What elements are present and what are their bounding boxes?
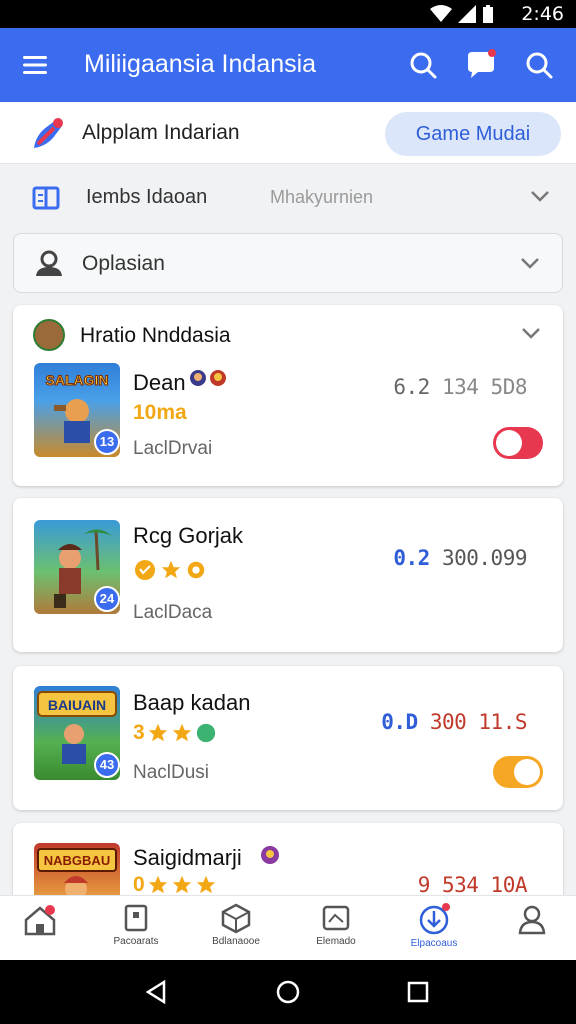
game-name: Dean: [133, 370, 186, 395]
image-icon: [322, 905, 350, 931]
rocket-logo-icon: [34, 118, 63, 148]
sub-header: Alpplam Indarian Game Mudai: [0, 102, 576, 164]
status-bar: 2:46: [0, 0, 576, 28]
game-card[interactable]: BAIUAIN 43 Baap kadan 3 NaclDusi 0.D 300…: [13, 666, 563, 810]
enable-toggle[interactable]: [493, 427, 543, 459]
level-badge: 24: [94, 586, 120, 612]
chat-notification-icon[interactable]: [464, 48, 498, 82]
wifi-icon: [430, 5, 452, 22]
game-stats: 9 534 10A: [417, 873, 528, 897]
chevron-down-icon: [521, 258, 539, 269]
game-stats: 6.2 134 5D8: [393, 375, 527, 399]
chevron-down-icon[interactable]: [528, 184, 552, 208]
rating: 3: [133, 721, 217, 745]
game-card[interactable]: Hratio Nnddasia SALAGIN 13 Dean 10ma Lac…: [13, 305, 563, 486]
rating: 0: [133, 873, 217, 897]
character-icons: [189, 369, 227, 387]
star-icon: [172, 875, 191, 894]
home-circle-icon[interactable]: [274, 978, 302, 1006]
chevron-down-icon[interactable]: [519, 321, 543, 345]
star-icon: [148, 875, 167, 894]
svg-text:BAIUAIN: BAIUAIN: [48, 697, 106, 713]
level-badge: 43: [94, 752, 120, 778]
recents-icon[interactable]: [404, 978, 432, 1006]
section-avatar: [33, 319, 65, 351]
coin-icon: [187, 561, 205, 579]
list-filter-icon: [32, 186, 60, 210]
nav-bdlanaooe[interactable]: Bdlanaooe: [196, 902, 276, 958]
section-title: Hratio Nnddasia: [80, 324, 231, 347]
status-icons: [430, 5, 494, 23]
game-thumbnail[interactable]: BAIUAIN 43: [34, 686, 120, 780]
character-icon: [261, 846, 279, 864]
game-thumbnail[interactable]: 24: [34, 520, 120, 614]
app-bar: Miliigaansia Indansia: [0, 28, 576, 102]
game-name: Saigidmarji: [133, 845, 242, 870]
game-tag: LaclDaca: [133, 602, 213, 623]
option-dropdown[interactable]: Oplasian: [13, 233, 563, 293]
app-title: Miliigaansia Indansia: [84, 50, 317, 78]
bottom-nav: Pacoarats Bdlanaooe Elemado Elpacoaus: [0, 895, 576, 960]
search-secondary-icon[interactable]: [522, 48, 556, 82]
battery-icon: [483, 5, 493, 23]
nav-profile[interactable]: [492, 902, 572, 958]
back-icon[interactable]: [142, 978, 170, 1006]
game-name: Rcg Gorjak: [133, 523, 244, 548]
system-nav-bar: [0, 960, 576, 1024]
dropdown-label: Oplasian: [82, 252, 165, 275]
star-icon: [161, 560, 181, 579]
game-mode-button[interactable]: Game Mudai: [385, 112, 561, 156]
hamburger-menu-icon[interactable]: [20, 50, 50, 80]
enable-toggle[interactable]: [493, 756, 543, 788]
clock: 2:46: [521, 3, 564, 25]
game-name: Baap kadan: [133, 690, 251, 715]
character-icon: [210, 370, 226, 386]
users-icon: [36, 250, 62, 276]
rating: [133, 558, 207, 582]
game-stats: 0.D 300 11.S: [381, 710, 527, 734]
star-icon: [196, 875, 215, 894]
character-icon: [190, 370, 206, 386]
rating-icon: [135, 560, 155, 580]
rating-value: 0: [133, 873, 145, 896]
star-icon: [172, 723, 191, 742]
section-label: Alpplam Indarian: [82, 121, 240, 144]
filter-row[interactable]: Iembs Idaoan Mhakyurnien: [0, 170, 576, 226]
filter-label: Iembs Idaoan: [86, 186, 208, 208]
home-icon: [24, 905, 56, 936]
game-tag: LaclDrvai: [133, 438, 213, 459]
box-icon: [221, 903, 251, 934]
download-icon: [419, 903, 450, 935]
star-icon: [148, 723, 167, 742]
game-tag: NaclDusi: [133, 762, 210, 783]
rating-value: 3: [133, 721, 145, 744]
game-subtitle: 10ma: [133, 401, 187, 424]
gem-icon: [196, 723, 215, 743]
svg-text:NABGBAU: NABGBAU: [44, 853, 110, 868]
game-card[interactable]: 24 Rcg Gorjak LaclDaca 0.2 300.099: [13, 498, 563, 652]
signal-icon: [458, 5, 476, 23]
svg-text:SALAGIN: SALAGIN: [46, 372, 109, 388]
user-icon: [518, 905, 546, 935]
game-thumbnail[interactable]: SALAGIN 13: [34, 363, 120, 457]
game-stats: 0.2 300.099: [393, 546, 527, 570]
nav-elemado[interactable]: Elemado: [296, 902, 376, 958]
filter-value: Mhakyurnien: [270, 187, 374, 207]
level-badge: 13: [94, 429, 120, 455]
search-icon[interactable]: [406, 48, 440, 82]
document-icon: [124, 904, 148, 932]
nav-pacoarats[interactable]: Pacoarats: [96, 902, 176, 958]
nav-elpacoaus[interactable]: Elpacoaus: [394, 902, 474, 958]
nav-home[interactable]: [0, 902, 80, 958]
